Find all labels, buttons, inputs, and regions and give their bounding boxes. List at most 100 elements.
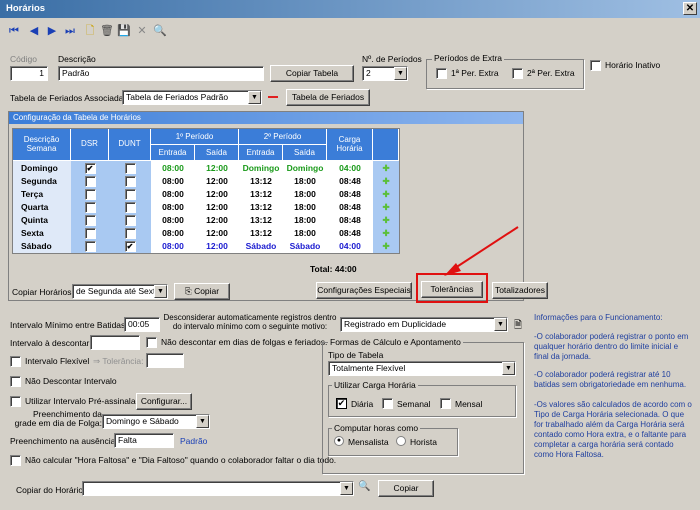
totalizadores-button[interactable]: Totalizadores [492,282,548,299]
num-periodos-label: Nº. de Períodos [362,54,422,64]
checkbox[interactable] [124,189,136,201]
chevron-down-icon: ▼ [196,415,209,428]
col-actions [373,129,399,161]
preench-ausencia-input[interactable]: Falta [114,433,174,448]
tipo-tabela-value: Totalmente Flexível [332,363,406,373]
add-row-icon[interactable]: ✚ [373,162,399,175]
configurar-button[interactable]: Configurar... [136,393,192,410]
grid-dunt-checkbox[interactable] [109,227,151,240]
grid-dsr-checkbox[interactable] [71,175,109,188]
remove-icon[interactable] [268,96,278,98]
copiar-horario-select[interactable]: ▼ [82,481,354,496]
per-extra1-checkbox[interactable] [436,68,447,79]
grid-dunt-checkbox[interactable] [109,201,151,214]
cancel-icon[interactable]: ✕ [134,22,150,40]
next-record-icon[interactable]: ▶ [44,22,60,40]
add-row-icon[interactable]: ✚ [373,240,399,253]
per-extra2-checkbox[interactable] [512,68,523,79]
copy-icon: ⎘ [184,286,195,296]
pre-assinalado-checkbox[interactable] [10,396,21,407]
close-button[interactable]: ✕ [683,2,697,15]
checkbox[interactable] [124,202,136,214]
mensalista-radio[interactable]: ● [334,436,344,446]
copiar-horario-button[interactable]: Copiar [378,480,434,497]
grid-dsr-checkbox[interactable] [71,188,109,201]
checkbox[interactable]: ✔ [84,163,96,175]
chevron-down-icon: ▼ [494,318,507,331]
checkbox[interactable]: ✔ [124,241,136,253]
checkbox[interactable] [84,202,96,214]
checkbox[interactable] [124,176,136,188]
semanal-checkbox[interactable] [382,398,393,409]
grid-cell-dia: Sexta [21,228,44,238]
grid-dsr-checkbox[interactable] [71,201,109,214]
delete-icon[interactable]: 🗑 [99,22,115,40]
intervalo-flexivel-checkbox[interactable] [10,356,21,367]
checkbox[interactable] [84,189,96,201]
checkbox[interactable] [124,215,136,227]
checkbox[interactable] [84,241,96,253]
nao-calcular-checkbox[interactable] [10,455,21,466]
grid-dsr-checkbox[interactable] [71,214,109,227]
col-dunt: DUNT [109,129,151,161]
padrao-link[interactable]: Padrão [180,436,207,446]
intervalo-descontar-input[interactable] [90,335,140,350]
search-icon[interactable]: 🔍 [358,481,370,492]
previous-record-icon[interactable]: ◀ [26,22,42,40]
grid-dunt-checkbox[interactable] [109,188,151,201]
add-row-icon[interactable]: ✚ [373,175,399,188]
tabela-feriados-button[interactable]: Tabela de Feriados [286,89,370,106]
copiar-horarios-select[interactable]: de Segunda até Sexta ▼ [72,284,168,299]
preench-grade-select[interactable]: Domingo e Sábado ▼ [102,414,210,429]
copiar-horarios-button[interactable]: ⎘ Copiar [174,283,230,300]
grid-cell-carga: 04:00 [339,163,361,173]
grid-dunt-checkbox[interactable] [109,175,151,188]
checkbox[interactable] [84,228,96,240]
grid-dunt-checkbox[interactable] [109,214,151,227]
grid-dunt-checkbox[interactable] [109,162,151,175]
grid-dunt-checkbox[interactable]: ✔ [109,240,151,253]
descricao-input[interactable]: Padrão [58,66,264,81]
feriados-select[interactable]: Tabela de Feriados Padrão ▼ [122,90,262,105]
document-icon[interactable]: 🗎 [514,318,522,335]
desconsiderar-label: Desconsiderar automaticamente registros … [163,313,337,331]
num-periodos-select[interactable]: 2 ▼ [362,66,408,81]
save-icon[interactable]: 💾 [116,22,132,40]
grid-cell-e1: 08:00 [162,202,184,212]
col-saida2: Saída [283,145,327,161]
grid-dsr-checkbox[interactable] [71,227,109,240]
motivo-value: Registrado em Duplicidade [344,319,447,329]
first-record-icon[interactable]: ⏮ [6,22,22,40]
add-row-icon[interactable]: ✚ [373,201,399,214]
grid-dsr-checkbox[interactable]: ✔ [71,162,109,175]
tolerancias-button[interactable]: Tolerâncias [421,281,483,298]
checkbox[interactable] [124,228,136,240]
tipo-tabela-select[interactable]: Totalmente Flexível ▼ [328,361,516,376]
add-row-icon[interactable]: ✚ [373,188,399,201]
new-record-icon[interactable]: 🗋 [82,22,98,40]
codigo-input[interactable]: 1 [10,66,48,81]
tolerancia-input[interactable] [146,353,184,368]
mensal-checkbox[interactable] [440,398,451,409]
add-row-icon[interactable]: ✚ [373,227,399,240]
diaria-checkbox[interactable]: ✔ [336,398,347,409]
copiar-tabela-button[interactable]: Copiar Tabela [270,65,354,82]
horario-inativo-checkbox[interactable] [590,60,601,71]
last-record-icon[interactable]: ⏭ [62,22,78,40]
add-row-icon[interactable]: ✚ [373,214,399,227]
checkbox[interactable] [84,215,96,227]
checkbox[interactable] [84,176,96,188]
search-icon[interactable]: 🔍 [152,22,168,40]
checkbox[interactable] [124,163,136,175]
grid-cell-e2: 13:12 [250,189,272,199]
intervalo-min-input[interactable]: 00:05 [124,317,160,332]
chevron-down-icon: ▼ [340,482,353,495]
grid-cell-s1: 12:00 [206,215,228,225]
configuracoes-especiais-button[interactable]: Configurações Especiais [316,282,412,299]
grid-cell-carga: 08:48 [339,215,361,225]
grid-dsr-checkbox[interactable] [71,240,109,253]
motivo-select[interactable]: Registrado em Duplicidade ▼ [340,317,508,332]
nao-descontar-intervalo-checkbox[interactable] [10,376,21,387]
nao-descontar-folgas-checkbox[interactable] [146,337,157,348]
horista-radio[interactable] [396,436,406,446]
